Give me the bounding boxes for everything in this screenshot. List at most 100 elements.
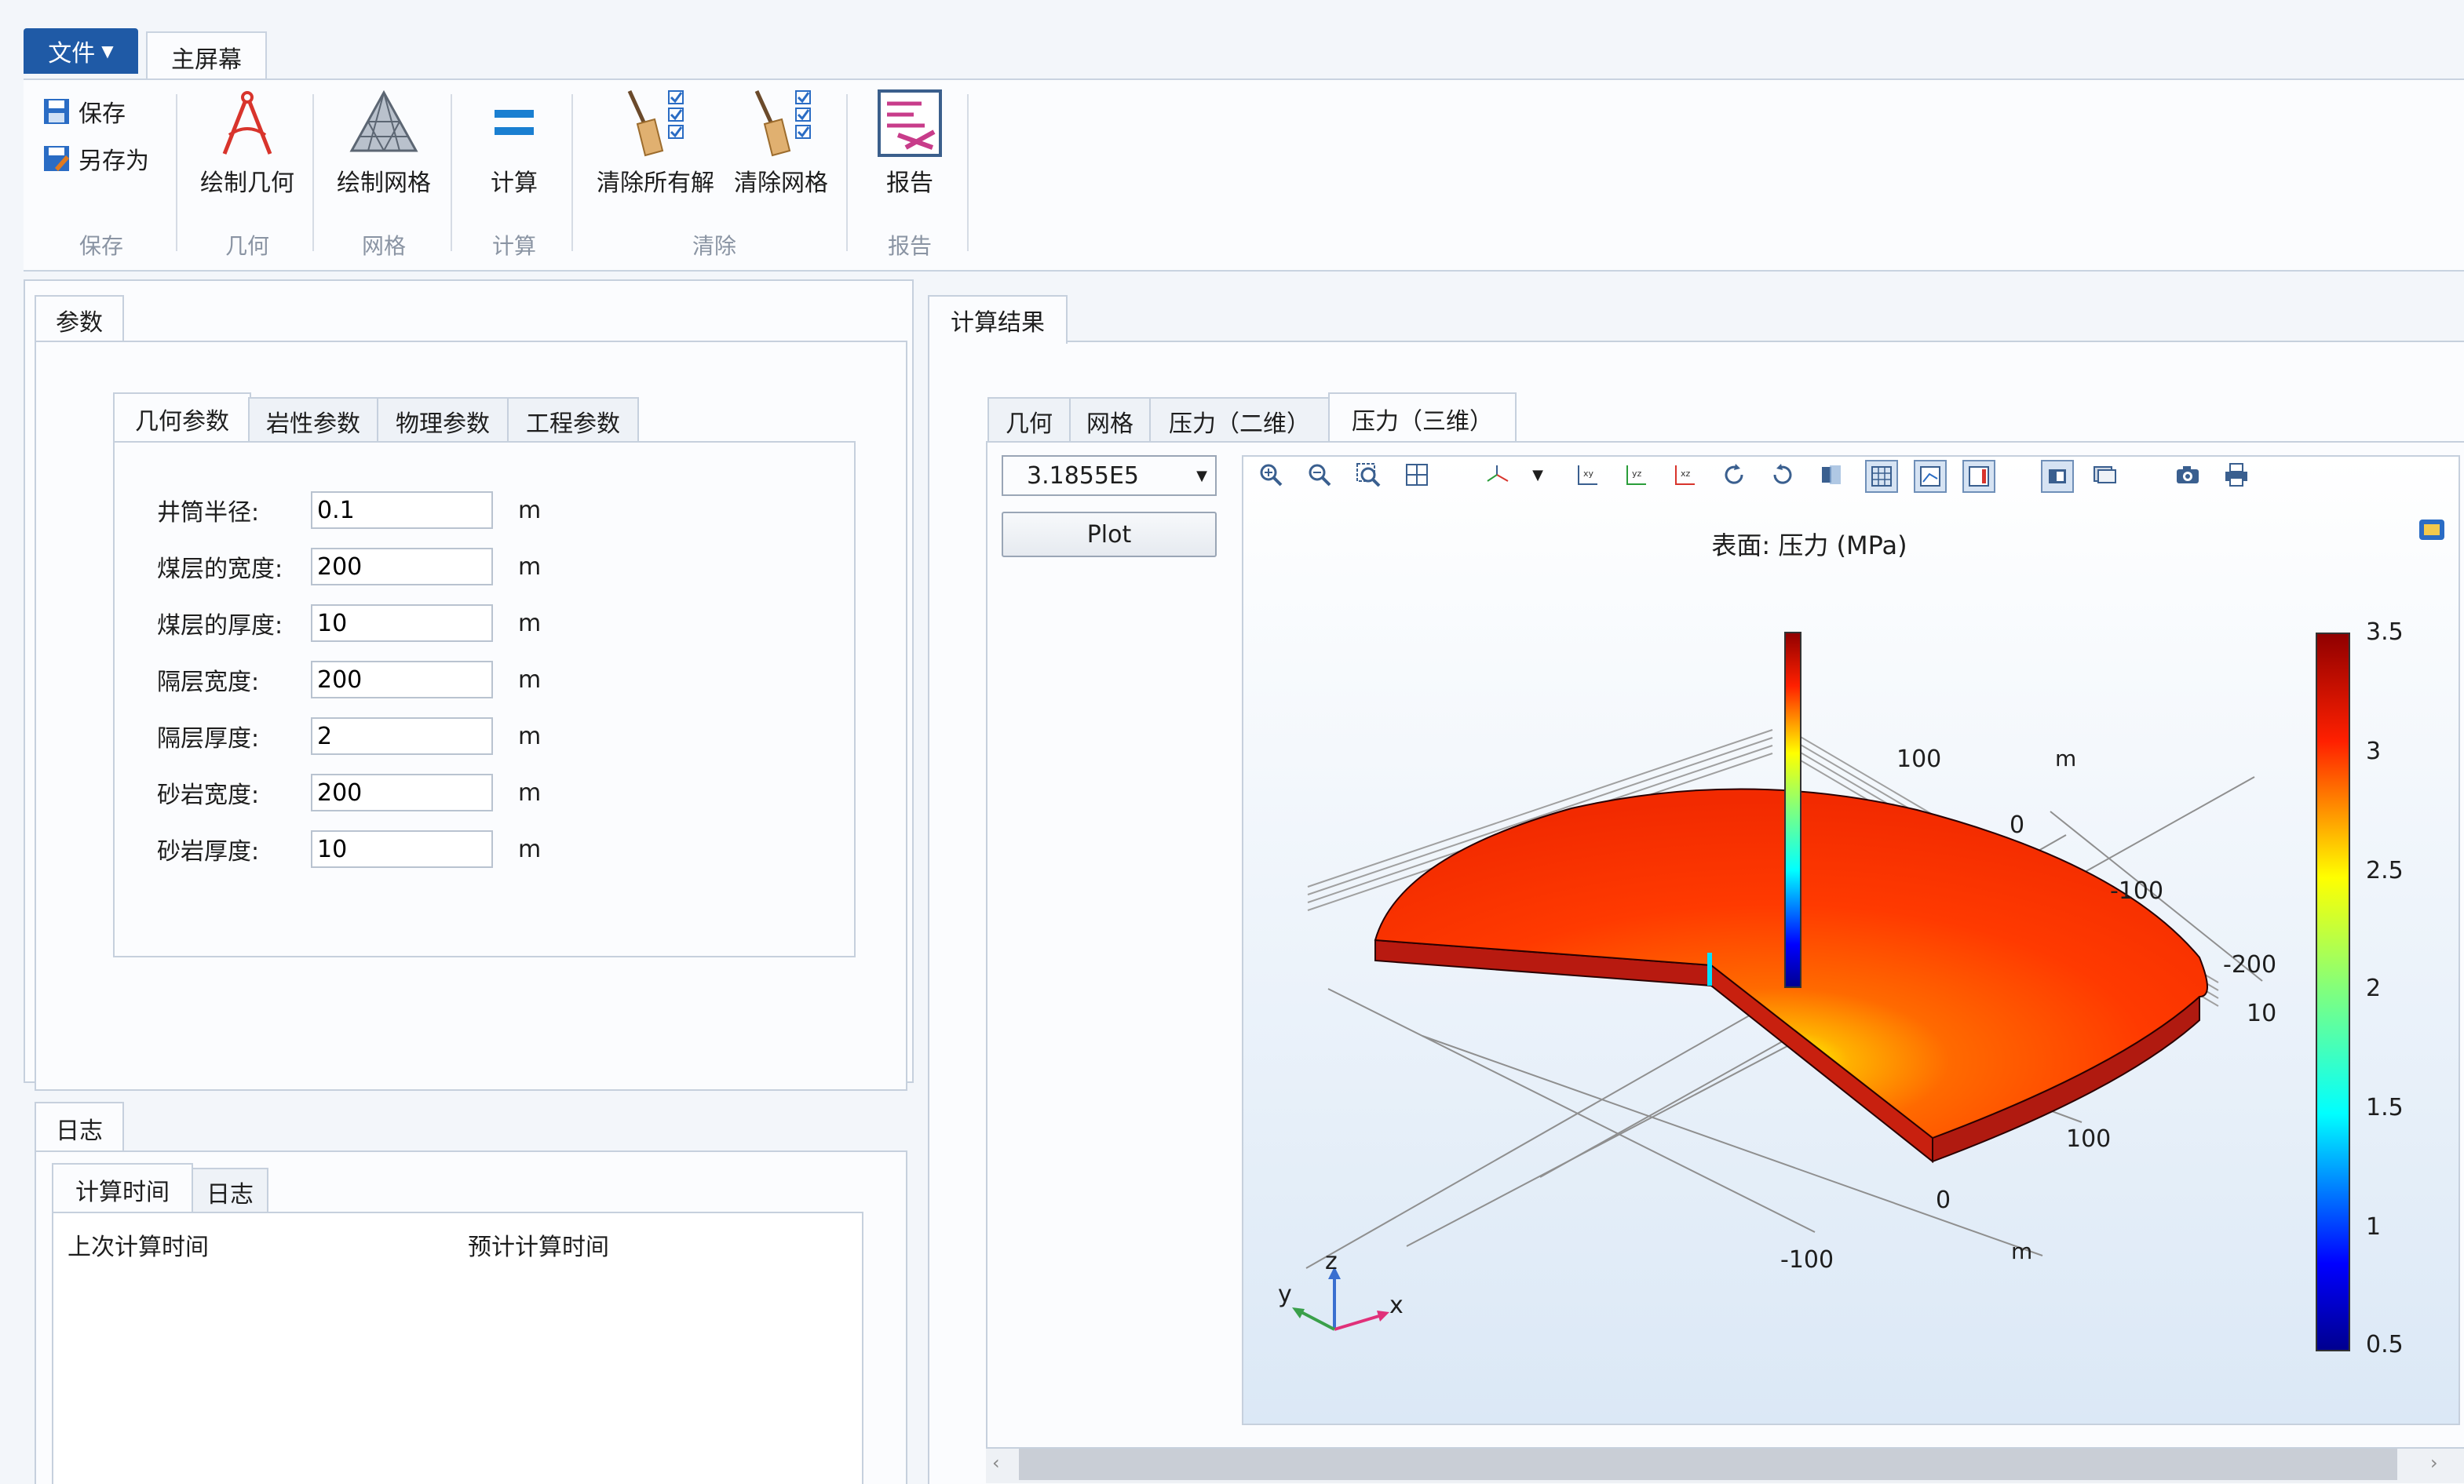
save-icon [44, 99, 69, 124]
param-row: 煤层的宽度: m [157, 548, 541, 585]
group-label-report: 报告 [887, 233, 932, 259]
colorbar-tick: 2 [2366, 975, 2382, 1002]
save-label: 保存 [78, 100, 126, 128]
dropdown-arrow-icon: ▼ [1196, 467, 1207, 484]
axis-tick-label: 0 [1936, 1187, 1951, 1214]
param-unit: m [518, 665, 542, 694]
colorbar-tick: 0.5 [2366, 1331, 2404, 1358]
param-unit: m [518, 609, 542, 637]
clear-mesh-label: 清除网格 [734, 170, 828, 197]
tab-home-label: 主屏幕 [171, 46, 242, 74]
param-row: 井筒半径: m [157, 491, 541, 529]
draw-geometry-button[interactable]: 绘制几何 [188, 88, 306, 198]
subtab-label: 日志 [206, 1181, 254, 1209]
tab-home[interactable]: 主屏幕 [146, 31, 267, 82]
subtab-geometry-view[interactable]: 几何 [987, 397, 1071, 444]
param-label: 煤层的厚度: [157, 612, 283, 640]
param-label: 井筒半径: [157, 499, 260, 527]
colorbar-tick: 3.5 [2366, 618, 2404, 646]
scroll-right-icon[interactable]: › [2430, 1452, 2438, 1474]
param-label: 隔层宽度: [157, 669, 260, 696]
group-divider [967, 94, 969, 251]
colorbar-tick: 3 [2366, 738, 2382, 765]
subtab-compute-time[interactable]: 计算时间 [52, 1163, 193, 1215]
subtab-label: 岩性参数 [266, 410, 360, 438]
sandstone-thickness-input[interactable] [311, 830, 493, 868]
axis-tick-label: -100 [2110, 877, 2164, 905]
colorbar [2316, 633, 2350, 1351]
interlayer-thickness-input[interactable] [311, 717, 493, 755]
group-label-clear: 清除 [692, 233, 736, 259]
tab-log[interactable]: 日志 [35, 1102, 124, 1154]
param-label: 隔层厚度: [157, 725, 260, 753]
subtab-physical-params[interactable]: 物理参数 [377, 397, 509, 444]
compute-button[interactable]: 计算 [463, 88, 565, 198]
chevron-down-icon: ▼ [101, 42, 114, 60]
time-select[interactable]: 3.1855E5 ▼ [1002, 455, 1217, 496]
broom-checklist-icon [754, 89, 811, 157]
sandstone-width-input[interactable] [311, 774, 493, 811]
axis-tick-label: -100 [1780, 1246, 1834, 1274]
file-menu-button[interactable]: 文件 ▼ [24, 28, 138, 74]
clear-solutions-button[interactable]: 清除所有解 [590, 88, 721, 198]
subtab-pressure-3d[interactable]: 压力（三维） [1328, 392, 1517, 444]
column-header-estimated-time: 预计计算时间 [468, 1234, 609, 1261]
axis-unit-label: m [2011, 1238, 2033, 1264]
subtab-label: 网格 [1086, 410, 1133, 438]
colorbar-tick: 1 [2366, 1213, 2382, 1241]
colorbar-tick: 1.5 [2366, 1094, 2404, 1121]
group-label-geometry: 几何 [224, 233, 269, 259]
draw-mesh-button[interactable]: 绘制网格 [325, 88, 443, 198]
colorbar-tick: 2.5 [2366, 857, 2404, 884]
draw-geometry-label: 绘制几何 [200, 170, 294, 197]
tab-results[interactable]: 计算结果 [928, 295, 1068, 344]
subtab-label: 压力（三维） [1352, 408, 1493, 436]
pressure-3d-visualization [1305, 632, 2263, 1269]
plot-button[interactable]: Plot [1002, 512, 1217, 557]
param-unit: m [518, 496, 542, 524]
subtab-lithology-params[interactable]: 岩性参数 [248, 397, 378, 444]
axis-tick-label: 100 [1896, 746, 1942, 773]
scrollbar-thumb[interactable] [1019, 1449, 2397, 1480]
save-as-button[interactable]: 另存为 [42, 141, 149, 176]
triad-z-label: z [1325, 1248, 1338, 1275]
subtab-mesh-view[interactable]: 网格 [1069, 397, 1151, 444]
param-unit: m [518, 778, 542, 807]
param-unit: m [518, 552, 542, 581]
wellbore-radius-input[interactable] [311, 491, 493, 529]
coal-thickness-input[interactable] [311, 604, 493, 642]
subtab-label: 计算时间 [75, 1179, 170, 1206]
triad-x-label: x [1389, 1292, 1404, 1319]
interlayer-width-input[interactable] [311, 661, 493, 698]
file-menu-label: 文件 [48, 40, 96, 67]
save-button[interactable]: 保存 [42, 94, 126, 129]
coal-width-input[interactable] [311, 548, 493, 585]
tab-parameters[interactable]: 参数 [35, 295, 124, 344]
group-label-save: 保存 [78, 233, 123, 259]
group-divider [312, 94, 314, 251]
subtab-label: 工程参数 [526, 410, 620, 438]
subtab-label: 压力（二维） [1169, 410, 1310, 438]
subtab-engineering-params[interactable]: 工程参数 [507, 397, 639, 444]
plot-button-label: Plot [1086, 520, 1132, 549]
param-row: 砂岩宽度: m [157, 774, 541, 811]
report-label: 报告 [886, 170, 933, 197]
subtab-log[interactable]: 日志 [192, 1168, 268, 1215]
save-as-icon [44, 146, 69, 171]
time-select-value: 3.1855E5 [1027, 461, 1140, 490]
subtab-pressure-2d[interactable]: 压力（二维） [1149, 397, 1330, 444]
broom-checklist-icon [627, 89, 684, 157]
subtab-geometry-params[interactable]: 几何参数 [113, 392, 251, 444]
param-row: 砂岩厚度: m [157, 830, 541, 868]
clear-mesh-button[interactable]: 清除网格 [724, 88, 838, 198]
group-label-mesh: 网格 [361, 233, 406, 259]
param-unit: m [518, 835, 542, 863]
axis-tick-label: -200 [2223, 951, 2277, 979]
report-button[interactable]: 报告 [859, 88, 961, 198]
axis-tick-label: 10 [2247, 1000, 2277, 1027]
group-divider [571, 94, 573, 251]
scroll-left-icon[interactable]: ‹ [992, 1452, 1000, 1474]
group-divider [846, 94, 848, 251]
subtab-label: 几何 [1006, 410, 1053, 438]
param-row: 隔层宽度: m [157, 661, 541, 698]
